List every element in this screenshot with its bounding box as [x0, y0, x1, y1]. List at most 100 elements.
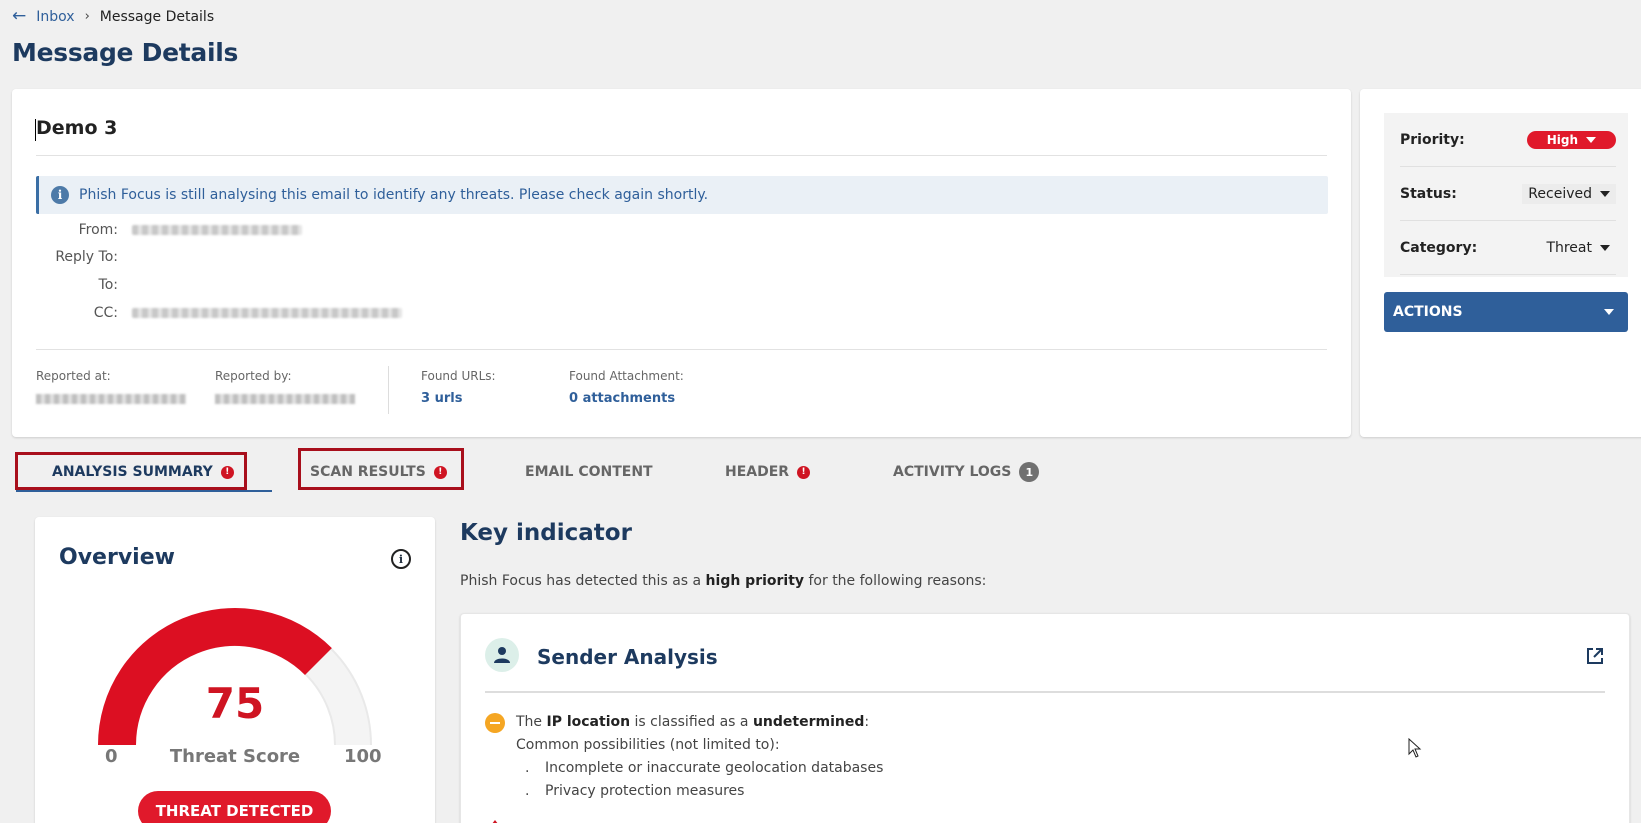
tab-label: EMAIL CONTENT: [525, 464, 653, 480]
person-icon: [485, 638, 519, 672]
tab-label: ANALYSIS SUMMARY: [52, 464, 213, 480]
external-link-icon[interactable]: [1585, 646, 1605, 670]
side-panel: Priority: High Status: Received Category…: [1360, 89, 1641, 437]
desc-bold: high priority: [705, 573, 805, 589]
reported-at-value-redacted: [36, 394, 186, 404]
bullet-marker: .: [525, 760, 530, 776]
cc-value-redacted: [132, 308, 402, 318]
breadcrumb-current: Message Details: [99, 8, 215, 25]
sender-analysis-title: Sender Analysis: [537, 645, 718, 669]
caret-down-icon: [1586, 136, 1596, 143]
reported-at: Reported at:: [36, 369, 186, 404]
ip-location-indicator: The IP location is classified as a undet…: [516, 714, 869, 730]
from-value-redacted: [132, 225, 302, 235]
status-value: Received: [1528, 185, 1592, 202]
desc-text: Phish Focus has detected this as a: [460, 573, 706, 589]
threat-detected-badge: THREAT DETECTED: [138, 791, 331, 823]
text: :: [864, 714, 870, 730]
divider: [36, 155, 1327, 156]
key-indicator-title: Key indicator: [460, 520, 632, 546]
category-dropdown[interactable]: Threat: [1540, 238, 1616, 258]
breadcrumb-inbox-link[interactable]: Inbox: [36, 9, 74, 25]
reported-at-label: Reported at:: [36, 369, 111, 383]
category-row: Category: Threat: [1400, 221, 1616, 275]
reply-to-label: Reply To:: [55, 249, 118, 265]
warning-minus-icon: [485, 713, 505, 733]
key-indicator-description: Phish Focus has detected this as a high …: [460, 573, 986, 589]
cc-label: CC:: [93, 305, 118, 321]
to-field: To:: [36, 277, 118, 293]
reported-by: Reported by:: [215, 369, 355, 404]
text-bold: undetermined: [752, 714, 865, 730]
text: The: [516, 714, 547, 730]
threat-score-value: 75: [205, 679, 265, 728]
found-urls: Found URLs: 3 urls: [421, 369, 496, 406]
actions-label: ACTIONS: [1393, 304, 1463, 320]
tab-header[interactable]: HEADER !: [725, 454, 811, 490]
from-label: From:: [78, 222, 118, 238]
info-icon[interactable]: i: [391, 549, 411, 569]
alert-icon: !: [797, 465, 811, 479]
priority-value: High: [1546, 132, 1578, 147]
found-attachments: Found Attachment: 0 attachments: [569, 369, 684, 406]
alert-icon: !: [220, 465, 234, 479]
reported-by-value-redacted: [215, 394, 355, 404]
actions-button[interactable]: ACTIONS: [1384, 292, 1628, 332]
priority-dropdown[interactable]: High: [1526, 130, 1616, 149]
list-item: . Incomplete or inaccurate geolocation da…: [525, 760, 883, 776]
found-attachments-link[interactable]: 0 attachments: [569, 391, 684, 406]
meta-separator: [388, 366, 389, 414]
tab-label: ACTIVITY LOGS: [893, 464, 1012, 480]
message-subject[interactable]: Demo 3: [34, 117, 117, 141]
caret-down-icon: [1604, 309, 1614, 315]
status-label: Status:: [1400, 185, 1457, 202]
overview-card: Overview i 75 0 Threat Score 100 THREAT …: [35, 517, 435, 823]
status-row: Status: Received: [1400, 167, 1616, 221]
message-card: Demo 3 i Phish Focus is still analysing …: [12, 89, 1351, 437]
properties-box: Priority: High Status: Received Category…: [1384, 113, 1628, 277]
divider: [36, 349, 1327, 350]
desc-text: for the following reasons:: [804, 573, 987, 589]
count-badge: 1: [1019, 462, 1040, 482]
priority-label: Priority:: [1400, 131, 1465, 148]
caret-down-icon: [1600, 244, 1610, 251]
list-item: . Privacy protection measures: [525, 783, 744, 799]
from-field: From:: [36, 222, 302, 238]
tab-analysis-summary[interactable]: ANALYSIS SUMMARY !: [52, 454, 234, 490]
tab-label: SCAN RESULTS: [310, 464, 426, 480]
active-tab-indicator: [16, 490, 272, 492]
category-label: Category:: [1400, 239, 1478, 256]
overview-title: Overview: [59, 545, 175, 570]
info-banner: i Phish Focus is still analysing this em…: [36, 176, 1328, 214]
reported-by-label: Reported by:: [215, 369, 292, 383]
tab-bar: ANALYSIS SUMMARY ! SCAN RESULTS ! EMAIL …: [12, 446, 1641, 496]
to-label: To:: [98, 277, 118, 293]
page-title: Message Details: [12, 38, 239, 67]
status-dropdown[interactable]: Received: [1522, 183, 1616, 204]
gauge-max: 100: [344, 746, 382, 767]
tab-label: HEADER: [725, 464, 790, 480]
tab-activity-logs[interactable]: ACTIVITY LOGS 1: [893, 454, 1040, 490]
alert-icon: !: [433, 465, 447, 479]
threat-score-gauge: [98, 608, 372, 746]
category-value: Threat: [1546, 239, 1592, 256]
sender-analysis-card: Sender Analysis The IP location is class…: [460, 613, 1630, 823]
list-item-text: Privacy protection measures: [545, 783, 745, 799]
tab-email-content[interactable]: EMAIL CONTENT: [525, 454, 653, 490]
back-arrow-icon[interactable]: ←: [12, 8, 26, 25]
cc-field: CC:: [36, 305, 402, 321]
found-attachment-label: Found Attachment:: [569, 369, 684, 383]
possibilities-intro: Common possibilities (not limited to):: [516, 737, 780, 753]
bullet-marker: .: [525, 783, 530, 799]
breadcrumb-separator: ›: [84, 9, 90, 24]
found-urls-link[interactable]: 3 urls: [421, 391, 496, 406]
list-item-text: Incomplete or inaccurate geolocation dat…: [545, 760, 884, 776]
divider: [485, 691, 1605, 693]
breadcrumb: ← Inbox › Message Details: [12, 8, 214, 25]
caret-down-icon: [1600, 190, 1610, 197]
priority-row: Priority: High: [1400, 113, 1616, 167]
info-banner-text: Phish Focus is still analysing this emai…: [79, 187, 709, 203]
found-urls-label: Found URLs:: [421, 369, 496, 383]
tab-scan-results[interactable]: SCAN RESULTS !: [310, 454, 447, 490]
mouse-cursor-icon: [1408, 738, 1422, 758]
